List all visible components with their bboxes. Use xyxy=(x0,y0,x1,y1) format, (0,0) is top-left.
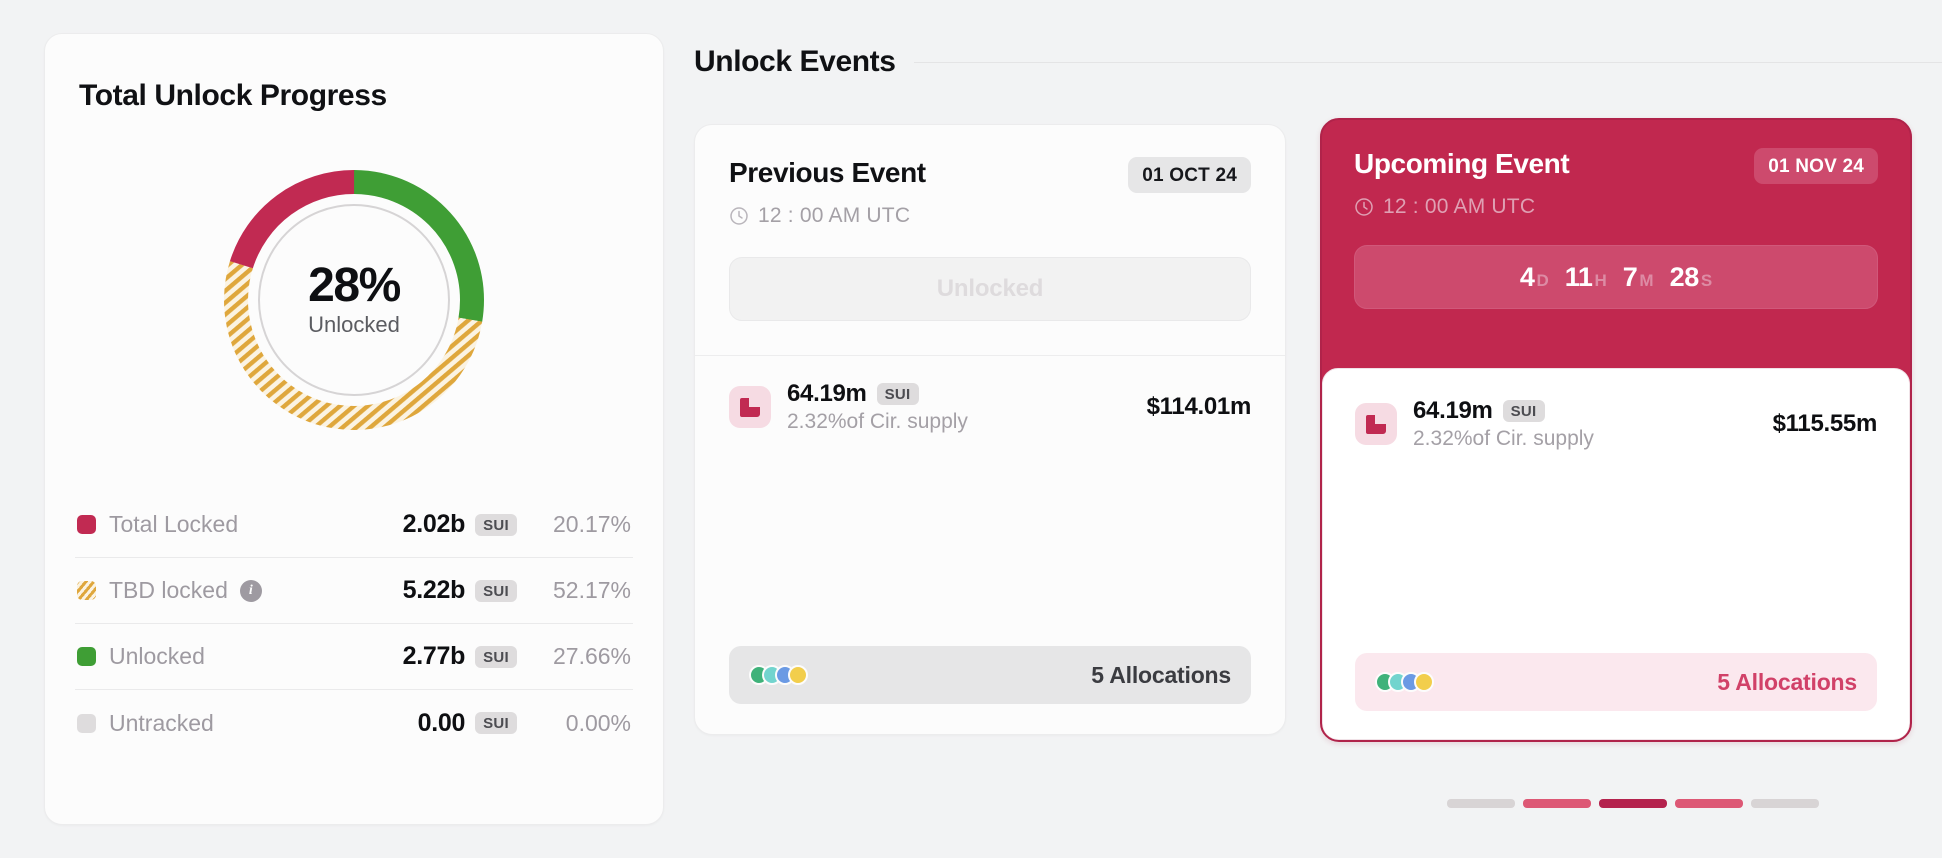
legend-label: Untracked xyxy=(109,709,214,736)
token-icon xyxy=(1355,403,1397,445)
countdown-hours-unit: H xyxy=(1594,270,1607,290)
upcoming-event-time: 12 : 00 AM UTC xyxy=(1383,195,1536,218)
token-symbol-chip: SUI xyxy=(475,579,517,602)
previous-event-allocation-left: 64.19m SUI 2.32%of Cir. supply xyxy=(787,380,968,434)
previous-event-usd-value: $114.01m xyxy=(1146,393,1252,420)
token-symbol-chip: SUI xyxy=(475,513,517,536)
legend-swatch-total-locked xyxy=(77,515,96,534)
legend-label: Unlocked xyxy=(109,643,205,669)
donut-percent-value: 28% xyxy=(308,258,401,312)
previous-event-time-row: 12 : 00 AM UTC xyxy=(729,204,1251,228)
legend-percent: 0.00% xyxy=(565,709,631,736)
previous-event-status-button: Unlocked xyxy=(729,257,1251,321)
legend-label: TBD locked xyxy=(109,577,228,603)
countdown-seconds-value: 28 xyxy=(1669,261,1700,292)
legend-label: Total Locked xyxy=(109,511,239,537)
upcoming-event-body: 64.19m SUI 2.32%of Cir. supply $115.55m … xyxy=(1322,368,1910,740)
previous-event-title: Previous Event xyxy=(729,157,926,188)
legend-percent: 20.17% xyxy=(552,511,631,537)
token-symbol-chip: SUI xyxy=(475,712,517,734)
clock-icon xyxy=(729,206,749,226)
upcoming-event-time-row: 12 : 00 AM UTC xyxy=(1354,195,1878,219)
donut-percent-caption: Unlocked xyxy=(308,311,400,337)
legend-percent: 52.17% xyxy=(552,577,631,603)
countdown-minutes-value: 7 xyxy=(1622,261,1638,292)
unlock-legend-table: Total Locked 2.02b SUI 20.17% TBD locked… xyxy=(75,492,633,756)
legend-swatch-untracked xyxy=(77,713,96,733)
legend-swatch-tbd-locked xyxy=(77,581,96,600)
allocation-dot-stack xyxy=(1375,672,1434,692)
unlock-dashboard: Total Unlock Progress 28% Unlocked Total… xyxy=(0,0,1942,858)
upcoming-event-amount-line: 64.19m SUI xyxy=(1413,397,1594,425)
countdown-hours: 11 H xyxy=(1565,262,1607,293)
total-unlock-progress-card: Total Unlock Progress 28% Unlocked Total… xyxy=(44,33,664,825)
donut-chart-wrap: 28% Unlocked xyxy=(45,164,663,436)
token-symbol-chip: SUI xyxy=(1502,400,1545,422)
token-symbol-chip: SUI xyxy=(475,645,517,668)
upcoming-event-title: Upcoming Event xyxy=(1354,148,1570,179)
countdown-seconds: 28 S xyxy=(1670,262,1713,293)
legend-percent: 27.66% xyxy=(552,643,631,669)
upcoming-event-card[interactable]: Upcoming Event 01 NOV 24 12 : 00 AM UTC … xyxy=(1320,118,1912,742)
legend-swatch-unlocked xyxy=(77,647,96,666)
previous-event-allocation-row: 64.19m SUI 2.32%of Cir. supply $114.01m xyxy=(695,356,1285,434)
carousel-pagination[interactable] xyxy=(1447,799,1819,808)
upcoming-event-supply-note: 2.32%of Cir. supply xyxy=(1413,427,1594,450)
header-divider xyxy=(913,61,1942,63)
pagination-bar-4[interactable] xyxy=(1675,799,1743,808)
upcoming-event-title-row: Upcoming Event 01 NOV 24 xyxy=(1354,148,1878,184)
token-icon xyxy=(729,386,771,428)
countdown-seconds-unit: S xyxy=(1700,270,1713,290)
upcoming-event-amount: 64.19m xyxy=(1413,397,1493,424)
legend-row: TBD locked i 5.22b SUI 52.17% xyxy=(75,558,633,624)
upcoming-event-allocations-footer[interactable]: 5 Allocations xyxy=(1355,653,1877,711)
countdown-days-value: 4 xyxy=(1519,261,1535,292)
upcoming-event-countdown: 4 D 11 H 7 M 28 S xyxy=(1354,245,1878,309)
previous-event-date-badge: 01 OCT 24 xyxy=(1128,157,1251,193)
legend-value: 2.77b xyxy=(402,642,466,670)
page-title: Total Unlock Progress xyxy=(79,79,387,112)
unlock-donut-chart: 28% Unlocked xyxy=(218,164,490,436)
upcoming-event-usd-value: $115.55m xyxy=(1772,410,1878,437)
upcoming-event-head: Upcoming Event 01 NOV 24 12 : 00 AM UTC xyxy=(1322,120,1910,219)
legend-row: Unlocked 2.77b SUI 27.66% xyxy=(75,624,633,690)
pagination-bar-3-active[interactable] xyxy=(1599,799,1667,808)
previous-event-amount-line: 64.19m SUI xyxy=(787,380,968,408)
upcoming-event-allocation-row: 64.19m SUI 2.32%of Cir. supply $115.55m xyxy=(1323,369,1909,451)
previous-event-allocations-footer[interactable]: 5 Allocations xyxy=(729,646,1251,704)
donut-center-label: 28% Unlocked xyxy=(218,164,490,436)
legend-row: Untracked 0.00 SUI 0.00% xyxy=(75,690,633,756)
info-icon[interactable]: i xyxy=(239,579,262,602)
upcoming-event-allocation-left: 64.19m SUI 2.32%of Cir. supply xyxy=(1413,397,1594,451)
pagination-bar-1[interactable] xyxy=(1447,799,1515,808)
unlock-events-header: Unlock Events xyxy=(694,45,1942,79)
countdown-minutes: 7 M xyxy=(1623,262,1654,293)
upcoming-event-allocation-count: 5 Allocations xyxy=(1717,668,1857,695)
legend-row: Total Locked 2.02b SUI 20.17% xyxy=(75,492,633,558)
legend-value: 0.00 xyxy=(417,708,466,737)
previous-event-amount: 64.19m xyxy=(787,380,867,407)
legend-value: 5.22b xyxy=(402,576,466,604)
allocation-dot xyxy=(1414,672,1434,692)
countdown-days-unit: D xyxy=(1536,270,1549,290)
previous-event-allocation-count: 5 Allocations xyxy=(1091,661,1231,688)
countdown-days: 4 D xyxy=(1520,262,1549,293)
countdown-hours-value: 11 xyxy=(1564,261,1593,292)
previous-event-supply-note: 2.32%of Cir. supply xyxy=(787,410,968,433)
previous-event-time: 12 : 00 AM UTC xyxy=(758,204,911,227)
token-symbol-chip: SUI xyxy=(876,383,919,405)
previous-event-card[interactable]: Previous Event 01 OCT 24 12 : 00 AM UTC … xyxy=(694,124,1286,735)
pagination-bar-5[interactable] xyxy=(1751,799,1819,808)
previous-event-title-row: Previous Event 01 OCT 24 xyxy=(729,157,1251,193)
allocation-dot-stack xyxy=(749,665,808,685)
allocation-dot xyxy=(788,665,808,685)
legend-value: 2.02b xyxy=(402,510,466,538)
countdown-minutes-unit: M xyxy=(1639,270,1654,290)
section-title: Unlock Events xyxy=(694,45,896,78)
upcoming-event-date-badge: 01 NOV 24 xyxy=(1754,148,1878,184)
pagination-bar-2[interactable] xyxy=(1523,799,1591,808)
previous-event-head: Previous Event 01 OCT 24 12 : 00 AM UTC xyxy=(695,125,1285,228)
clock-icon xyxy=(1354,197,1374,217)
